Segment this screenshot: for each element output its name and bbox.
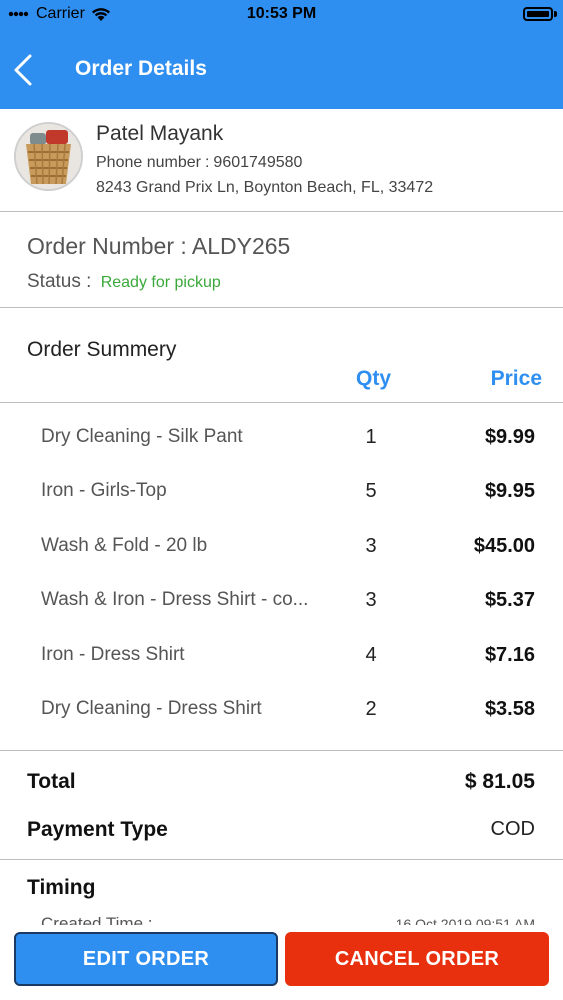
order-summary-title: Order Summery — [27, 338, 177, 361]
list-item: Iron - Girls-Top 5 $9.95 — [0, 457, 563, 511]
item-qty: 2 — [365, 698, 377, 720]
battery-icon — [523, 7, 553, 21]
list-item: Iron - Dress Shirt 4 $7.16 — [0, 621, 563, 675]
status-label: Status : — [27, 271, 92, 292]
list-item: Dry Cleaning - Silk Pant 1 $9.99 — [0, 403, 563, 457]
totals-section: Total $ 81.05 Payment Type COD — [0, 751, 563, 860]
cancel-order-button[interactable]: CANCEL ORDER — [285, 932, 549, 986]
order-items-list: Dry Cleaning - Silk Pant 1 $9.99 Iron - … — [0, 403, 563, 751]
order-status-row: Status : Ready for pickup — [27, 271, 221, 293]
item-name: Wash & Fold - 20 lb — [41, 535, 208, 556]
price-column-header: Price — [490, 367, 542, 390]
item-price: $5.37 — [484, 589, 535, 611]
status-bar-time: 10:53 PM — [246, 5, 317, 22]
item-qty: 4 — [365, 644, 377, 666]
battery-tip — [554, 11, 557, 17]
item-price: $7.16 — [484, 644, 535, 666]
item-price: $45.00 — [473, 535, 535, 557]
order-info: Order Number : ALDY265 Status : Ready fo… — [0, 212, 563, 308]
list-item: Dry Cleaning - Dress Shirt 2 $3.58 — [0, 675, 563, 729]
order-number: Order Number : ALDY265 — [27, 233, 291, 259]
customer-phone-row: Phone number:9601749580 — [96, 154, 302, 172]
customer-address: 8243 Grand Prix Ln, Boynton Beach, FL, 3… — [96, 179, 434, 196]
laundry-basket-image — [16, 124, 81, 189]
chevron-left-icon[interactable] — [8, 50, 44, 90]
item-qty: 5 — [365, 480, 377, 502]
item-name: Wash & Iron - Dress Shirt - co... — [41, 589, 309, 610]
status-badge: Ready for pickup — [100, 274, 221, 291]
list-item: Wash & Iron - Dress Shirt - co... 3 $5.3… — [0, 566, 563, 620]
customer-card: Patel Mayank Phone number:9601749580 824… — [0, 109, 563, 212]
phone-value[interactable]: 9601749580 — [213, 154, 302, 171]
edit-order-button[interactable]: EDIT ORDER — [14, 932, 278, 986]
item-qty: 3 — [365, 535, 377, 557]
list-item: Wash & Fold - 20 lb 3 $45.00 — [0, 512, 563, 566]
payment-type-value: COD — [490, 818, 535, 840]
qty-column-header: Qty — [356, 367, 392, 390]
order-summary-header: Order Summery Qty Price — [0, 308, 563, 403]
payment-type-label: Payment Type — [27, 818, 168, 841]
item-name: Dry Cleaning - Dress Shirt — [41, 698, 262, 719]
item-name: Dry Cleaning - Silk Pant — [41, 426, 243, 447]
nav-bar: Order Details — [0, 30, 563, 109]
customer-avatar — [14, 122, 83, 191]
action-bar: EDIT ORDER CANCEL ORDER — [0, 925, 563, 1000]
status-bar: Carrier 10:53 PM — [0, 0, 563, 30]
item-price: $3.58 — [484, 698, 535, 720]
timing-title: Timing — [27, 876, 96, 899]
customer-name: Patel Mayank — [96, 122, 224, 145]
item-name: Iron - Dress Shirt — [41, 644, 185, 665]
page-title: Order Details — [75, 57, 207, 80]
total-label: Total — [27, 770, 76, 793]
item-qty: 1 — [365, 426, 377, 448]
item-qty: 3 — [365, 589, 377, 611]
phone-label: Phone number — [96, 154, 201, 171]
total-value: $ 81.05 — [464, 770, 535, 793]
phone-separator: : — [204, 154, 210, 171]
item-price: $9.95 — [484, 480, 535, 502]
item-price: $9.99 — [484, 426, 535, 448]
item-name: Iron - Girls-Top — [41, 480, 167, 501]
